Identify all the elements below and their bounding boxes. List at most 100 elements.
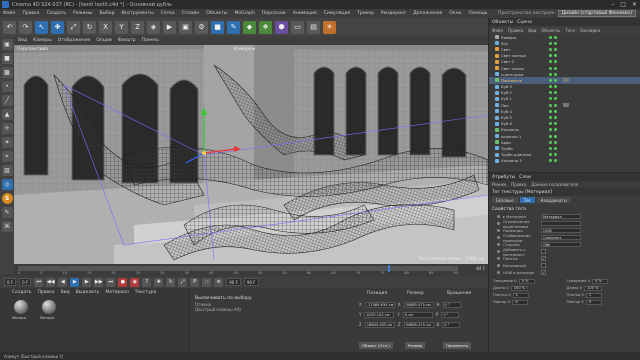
point-key-button[interactable]: ∷ bbox=[202, 277, 212, 287]
rotation-h-field[interactable]: 0 ° bbox=[442, 302, 461, 308]
keyframe-dot-icon[interactable] bbox=[497, 243, 500, 246]
visibility-flags[interactable] bbox=[549, 122, 557, 126]
object-name[interactable]: Колонна 3 bbox=[501, 158, 522, 163]
editor-visibility-dot[interactable] bbox=[549, 140, 552, 144]
position-y-field[interactable]: 4220.132 см bbox=[364, 312, 395, 318]
object-name[interactable]: Куб 4 bbox=[501, 109, 512, 114]
object-name[interactable]: Куб 2 bbox=[501, 90, 512, 95]
rotation-p-field[interactable]: 0 ° bbox=[441, 312, 460, 318]
object-name[interactable]: Плоскость bbox=[501, 78, 522, 83]
editor-visibility-dot[interactable] bbox=[549, 91, 552, 95]
object-manager-tab[interactable]: Объекты bbox=[492, 20, 513, 25]
polygons-mode-icon[interactable]: ▲ bbox=[1, 109, 13, 120]
keyframe-dot-icon[interactable] bbox=[497, 236, 500, 239]
object-name[interactable]: Sky bbox=[501, 41, 508, 46]
make-editable-icon[interactable]: ▣ bbox=[1, 39, 13, 50]
menu-item[interactable]: Файл bbox=[3, 11, 15, 16]
editor-visibility-dot[interactable] bbox=[549, 159, 552, 163]
render-visibility-dot[interactable] bbox=[554, 140, 557, 144]
prev-frame-button[interactable]: ◀ bbox=[58, 277, 68, 287]
menu-item[interactable]: Помощь bbox=[468, 11, 487, 16]
attribute-menu-item[interactable]: Данные пользователя bbox=[531, 182, 578, 187]
object-manager-menu-item[interactable]: Объекты bbox=[541, 28, 560, 33]
render-visibility-dot[interactable] bbox=[554, 103, 557, 107]
editor-visibility-dot[interactable] bbox=[549, 97, 552, 101]
axis-z-icon[interactable]: Z bbox=[131, 20, 144, 34]
rotation-b-field[interactable]: 0 ° bbox=[442, 322, 461, 328]
visibility-flags[interactable] bbox=[549, 41, 557, 45]
menu-item[interactable]: Сплайн bbox=[182, 11, 200, 16]
material-menu-item[interactable]: Вид bbox=[61, 290, 70, 295]
render-visibility-dot[interactable] bbox=[554, 128, 557, 132]
material-menu-item[interactable]: Выделить bbox=[76, 290, 100, 295]
render-visibility-dot[interactable] bbox=[554, 97, 557, 101]
object-name[interactable]: колонна 1 bbox=[501, 134, 521, 139]
visibility-flags[interactable] bbox=[549, 97, 557, 101]
move-icon[interactable]: ✚ bbox=[51, 20, 64, 34]
visibility-flags[interactable] bbox=[549, 47, 557, 51]
object-name[interactable]: Куб 6 bbox=[501, 121, 512, 126]
size-x-field[interactable]: 34885.475 см bbox=[403, 302, 434, 308]
keyframe-dot-icon[interactable] bbox=[497, 271, 500, 274]
viewport-camera-label[interactable]: Камера ▸ bbox=[234, 47, 255, 52]
menu-item[interactable]: Рендеринг bbox=[381, 11, 406, 16]
viewport-menu-item[interactable]: Отображение bbox=[58, 38, 91, 43]
menu-item[interactable]: Инструменты bbox=[121, 11, 153, 16]
solo-icon[interactable]: ◎ bbox=[1, 179, 13, 190]
rotate-key-button[interactable]: ↻ bbox=[166, 277, 176, 287]
sketch-icon[interactable]: S bbox=[1, 193, 13, 204]
viewport-menu-item[interactable]: Фильтр bbox=[118, 38, 136, 43]
paint-icon[interactable]: ✎ bbox=[1, 207, 13, 218]
keyframe-dot-icon[interactable] bbox=[497, 215, 500, 218]
render-visibility-dot[interactable] bbox=[554, 47, 557, 51]
visibility-flags[interactable] bbox=[549, 103, 557, 107]
menu-item[interactable]: Создать bbox=[47, 11, 66, 16]
material-menu-item[interactable]: Материал bbox=[105, 290, 128, 295]
axis-x-icon[interactable]: X bbox=[99, 20, 112, 34]
close-button[interactable]: ✕ bbox=[632, 1, 637, 8]
editor-visibility-dot[interactable] bbox=[549, 41, 552, 45]
editor-visibility-dot[interactable] bbox=[549, 72, 552, 76]
editor-visibility-dot[interactable] bbox=[549, 47, 552, 51]
uv-param-field[interactable]: 0 % bbox=[592, 278, 609, 284]
object-manager-menu-item[interactable]: Теги bbox=[565, 28, 575, 33]
scale-icon[interactable]: ⤢ bbox=[67, 20, 80, 34]
render-visibility-dot[interactable] bbox=[554, 109, 557, 113]
editor-visibility-dot[interactable] bbox=[549, 122, 552, 126]
render-visibility-dot[interactable] bbox=[554, 54, 557, 58]
render-visibility-dot[interactable] bbox=[554, 134, 557, 138]
render-visibility-dot[interactable] bbox=[554, 91, 557, 95]
viewport-menu-item[interactable]: Камеры bbox=[33, 38, 52, 43]
menu-item[interactable]: Окно bbox=[449, 11, 461, 16]
visibility-flags[interactable] bbox=[549, 146, 557, 150]
visibility-flags[interactable] bbox=[549, 35, 557, 39]
object-name[interactable]: Свет сцены bbox=[501, 66, 524, 71]
editor-visibility-dot[interactable] bbox=[549, 153, 552, 157]
uv-param-field[interactable]: 0 bbox=[585, 299, 602, 305]
visibility-flags[interactable] bbox=[549, 153, 557, 157]
keyframe-dot-icon[interactable] bbox=[497, 222, 500, 225]
preview-end-field[interactable]: 90 F bbox=[243, 278, 259, 286]
editor-visibility-dot[interactable] bbox=[549, 116, 552, 120]
layout-dropdown[interactable]: Дизайн (стартовый Феномен) bbox=[557, 10, 636, 17]
visibility-flags[interactable] bbox=[549, 134, 557, 138]
render-picture-icon[interactable]: ▣ bbox=[179, 20, 192, 34]
editor-visibility-dot[interactable] bbox=[549, 128, 552, 132]
visibility-flags[interactable] bbox=[549, 85, 557, 89]
object-manager-tab[interactable]: Сцена bbox=[517, 20, 532, 25]
visibility-flags[interactable] bbox=[549, 116, 557, 120]
attribute-field[interactable]: Материал bbox=[541, 214, 581, 219]
render-visibility-dot[interactable] bbox=[554, 35, 557, 39]
menu-item[interactable]: Выбор bbox=[99, 11, 114, 16]
light-icon[interactable]: ☀ bbox=[323, 20, 336, 34]
visibility-flags[interactable] bbox=[549, 159, 557, 163]
size-z-field[interactable]: 34885.475 см bbox=[403, 322, 434, 328]
editor-visibility-dot[interactable] bbox=[549, 54, 552, 58]
lock-workplane-icon[interactable]: ▧ bbox=[1, 165, 13, 176]
coord-mode-dropdown[interactable]: Объект (Отн.) bbox=[359, 342, 393, 349]
menu-item[interactable]: Режимы bbox=[73, 11, 92, 16]
object-name[interactable]: Свет солнца bbox=[501, 53, 526, 58]
end-frame-field[interactable]: 90 F bbox=[226, 278, 241, 286]
viewport-menu-item[interactable]: Вид bbox=[18, 38, 27, 43]
minimize-button[interactable]: – bbox=[611, 1, 614, 8]
